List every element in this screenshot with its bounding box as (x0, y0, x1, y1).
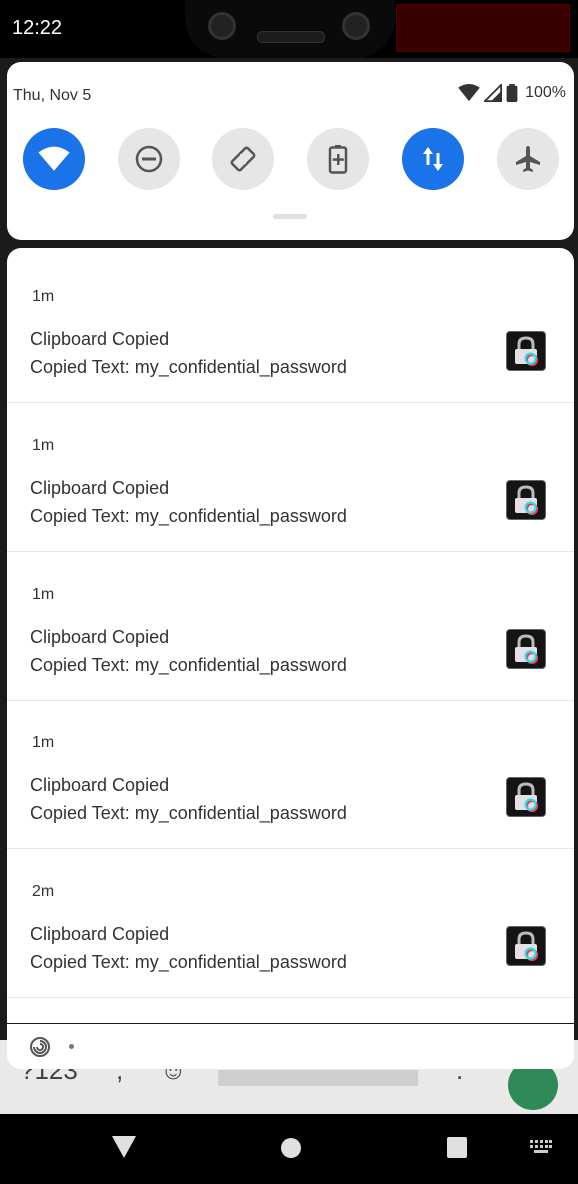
notification-time: 1m (32, 586, 55, 603)
auto-rotate-icon (230, 146, 256, 172)
lock-clipboard-icon (506, 777, 546, 817)
system-icons: 100% (458, 84, 566, 102)
front-camera-icon (208, 12, 236, 40)
lock-clipboard-icon (506, 926, 546, 966)
lock-clipboard-icon (506, 331, 546, 371)
lock-clipboard-icon (506, 629, 546, 669)
status-time: 12:22 (12, 17, 63, 39)
notification-text: Copied Text: my_confidential_password (30, 357, 347, 377)
airplane-icon (516, 146, 540, 172)
notification-title: Clipboard Copied (30, 775, 170, 795)
app-spiral-icon (30, 1037, 50, 1057)
keyboard-icon[interactable] (530, 1140, 552, 1154)
notification-card[interactable]: 1m Clipboard Copied Copied Text: my_conf… (7, 403, 574, 552)
do-not-disturb-tile[interactable] (118, 128, 180, 190)
front-sensor-icon (342, 12, 370, 40)
recording-indicator (396, 4, 570, 52)
notification-time: 2m (32, 883, 55, 900)
wifi-signal-icon (458, 84, 480, 102)
status-bar: 12:22 (0, 0, 578, 58)
airplane-mode-tile[interactable] (497, 128, 559, 190)
mobile-data-tile[interactable] (402, 128, 464, 190)
expand-handle[interactable] (273, 214, 307, 219)
bg-spacebar (218, 1070, 418, 1086)
notification-card[interactable]: 2m Clipboard Copied Copied Text: my_conf… (7, 849, 574, 998)
battery-percent: 100% (525, 84, 566, 101)
notification-text: Copied Text: my_confidential_password (30, 952, 347, 972)
cellular-signal-icon (484, 84, 503, 102)
back-icon[interactable] (112, 1136, 136, 1158)
notification-time: 1m (32, 437, 55, 454)
home-icon[interactable] (280, 1137, 302, 1159)
quick-tiles (22, 128, 564, 192)
camera-notch (185, 0, 395, 58)
do-not-disturb-icon (135, 145, 163, 173)
data-transfer-icon (423, 147, 443, 171)
lock-clipboard-icon (506, 480, 546, 520)
notification-card[interactable]: 1m Clipboard Copied Copied Text: my_conf… (7, 552, 574, 701)
quick-settings-panel: Thu, Nov 5 100% (7, 62, 574, 240)
notification-title: Clipboard Copied (30, 478, 170, 498)
notification-text: Copied Text: my_confidential_password (30, 803, 347, 823)
wifi-tile[interactable] (23, 128, 85, 190)
earpiece-speaker (257, 31, 325, 43)
recents-icon[interactable] (447, 1137, 467, 1158)
battery-saver-icon (328, 145, 348, 174)
notification-text: Copied Text: my_confidential_password (30, 655, 347, 675)
notification-list: 1m Clipboard Copied Copied Text: my_conf… (7, 248, 574, 1023)
navigation-bar (0, 1114, 578, 1184)
separator-dot (69, 1044, 74, 1049)
notification-title: Clipboard Copied (30, 924, 170, 944)
collapsed-notification-group[interactable] (7, 1024, 574, 1069)
notification-text: Copied Text: my_confidential_password (30, 506, 347, 526)
wifi-icon (38, 146, 70, 171)
battery-icon (506, 84, 518, 102)
notification-card[interactable]: 1m Clipboard Copied Copied Text: my_conf… (7, 700, 574, 849)
battery-saver-tile[interactable] (307, 128, 369, 190)
notification-time: 1m (32, 288, 55, 305)
auto-rotate-tile[interactable] (212, 128, 274, 190)
notification-time: 1m (32, 734, 55, 751)
notification-title: Clipboard Copied (30, 627, 170, 647)
notification-title: Clipboard Copied (30, 329, 170, 349)
notification-card[interactable]: 1m Clipboard Copied Copied Text: my_conf… (7, 254, 574, 403)
date-label: Thu, Nov 5 (13, 87, 92, 104)
